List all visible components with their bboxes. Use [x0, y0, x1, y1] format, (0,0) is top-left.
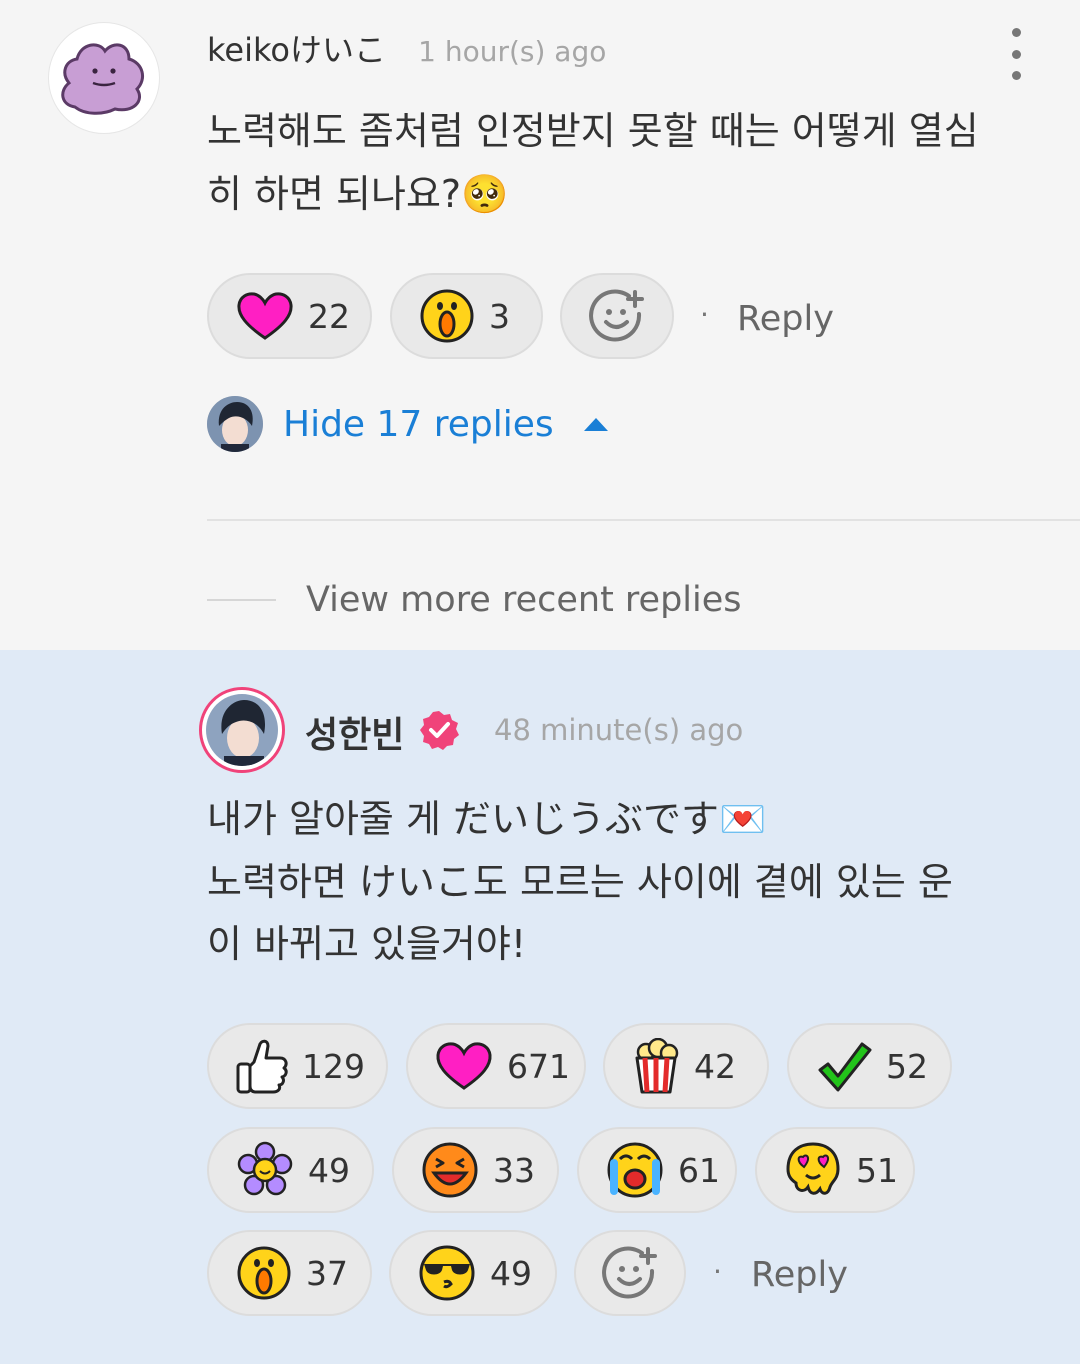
reaction-count: 129	[302, 1046, 365, 1086]
comment-text-line1: 노력해도 좀처럼 인정받지 못할 때는 어떻게 열심	[207, 109, 979, 153]
author-name[interactable]: 성한빈	[305, 706, 404, 758]
reaction-count: 42	[694, 1046, 736, 1086]
reaction-count: 51	[856, 1150, 898, 1190]
reply-button[interactable]: Reply	[737, 299, 834, 339]
reaction-surprised-button[interactable]: 37	[207, 1230, 372, 1316]
reaction-count: 671	[507, 1046, 570, 1086]
separator-dot: ·	[700, 298, 709, 331]
caret-up-icon	[583, 417, 608, 431]
author-photo	[206, 694, 278, 766]
flower-icon	[237, 1141, 293, 1196]
separator-dot: ·	[713, 1255, 722, 1288]
more-options-icon[interactable]	[1004, 28, 1028, 80]
reaction-checkmark-button[interactable]: 52	[787, 1023, 952, 1109]
reaction-thumbs-up-button[interactable]: 129	[207, 1023, 388, 1109]
reaction-count: 33	[493, 1150, 535, 1190]
reaction-laughing-button[interactable]: 33	[392, 1127, 559, 1213]
heart-eyes-melting-face-icon	[786, 1142, 840, 1195]
author-avatar[interactable]	[199, 687, 285, 773]
comment-text-line2: 히 하면 되나요?🥺	[207, 163, 508, 226]
comment-username[interactable]: keikoけいこ 1 hour(s) ago	[207, 25, 606, 71]
view-more-replies-button[interactable]: View more recent replies	[306, 580, 742, 620]
reaction-crying-button[interactable]: 61	[577, 1127, 737, 1213]
reply-text-line1: 내가 알아줄 게 だいじうぶです💌	[207, 788, 766, 851]
ditto-avatar-icon	[61, 43, 145, 115]
laughing-face-icon	[422, 1142, 478, 1198]
heart-icon	[436, 1042, 492, 1090]
add-reaction-button[interactable]	[560, 273, 674, 359]
hide-replies-label: Hide 17 replies	[283, 403, 554, 445]
reaction-sunglasses-button[interactable]: 49	[389, 1230, 557, 1316]
divider	[207, 519, 1080, 521]
reaction-count: 52	[886, 1046, 928, 1086]
reply-text-line2: 노력하면 けいこ도 모르는 사이에 곁에 있는 운	[207, 860, 953, 904]
reaction-count: 3	[489, 296, 510, 336]
reply-button[interactable]: Reply	[751, 1255, 848, 1295]
reaction-count: 49	[490, 1253, 532, 1293]
popcorn-icon	[635, 1038, 679, 1094]
comment-text-line2-text: 히 하면 되나요?	[207, 172, 462, 216]
replier-avatar	[207, 396, 263, 452]
reaction-flower-button[interactable]: 49	[207, 1127, 374, 1213]
reaction-heart-button[interactable]: 671	[406, 1023, 586, 1109]
view-more-line	[207, 599, 276, 601]
reaction-heart-button[interactable]: 22	[207, 273, 372, 359]
reaction-heart-eyes-button[interactable]: 51	[755, 1127, 915, 1213]
heart-icon	[237, 292, 293, 340]
add-reaction-icon	[589, 289, 644, 342]
surprised-face-icon	[420, 289, 474, 343]
pleading-face-icon: 🥺	[461, 172, 509, 216]
add-reaction-icon	[602, 1246, 657, 1299]
love-letter-icon: 💌	[719, 797, 767, 841]
comment-timestamp: 1 hour(s) ago	[418, 35, 607, 68]
reply-text-line3: 이 바뀌고 있을거야!	[207, 922, 527, 966]
reaction-count: 37	[306, 1253, 348, 1293]
reply-text-line1-text: 내가 알아줄 게 だいじうぶです	[207, 797, 719, 841]
reaction-count: 61	[678, 1150, 720, 1190]
reaction-count: 49	[308, 1150, 350, 1190]
checkmark-icon	[818, 1042, 872, 1092]
reply-timestamp: 48 minute(s) ago	[494, 713, 744, 747]
reaction-count: 22	[308, 296, 350, 336]
thumbs-up-icon	[236, 1039, 288, 1094]
reaction-popcorn-button[interactable]: 42	[603, 1023, 769, 1109]
sunglasses-face-icon	[419, 1245, 475, 1301]
hide-replies-toggle[interactable]: Hide 17 replies	[207, 396, 608, 452]
crying-face-icon	[607, 1142, 663, 1198]
add-reaction-button[interactable]	[574, 1230, 686, 1316]
surprised-face-icon	[237, 1246, 291, 1300]
reaction-surprised-button[interactable]: 3	[390, 273, 543, 359]
user-avatar[interactable]	[48, 22, 160, 134]
verified-badge-icon	[420, 711, 459, 750]
username-text: keikoけいこ	[207, 31, 386, 69]
